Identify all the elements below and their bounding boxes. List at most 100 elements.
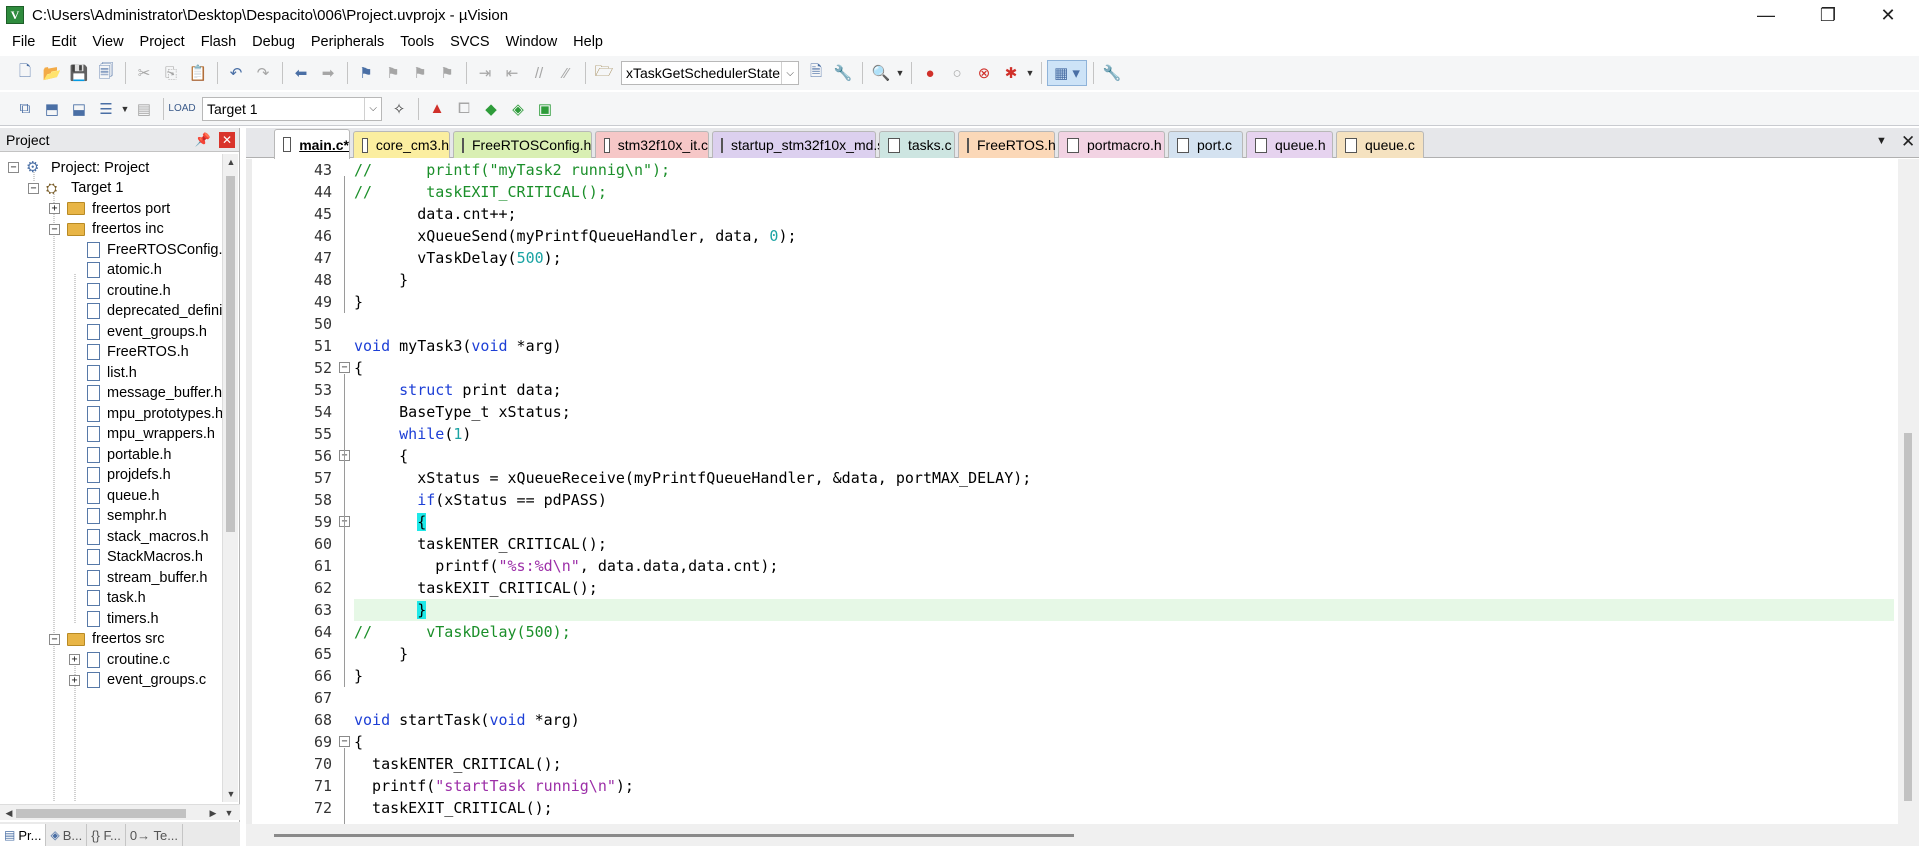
menu-file[interactable]: File	[4, 30, 43, 54]
collapse-icon[interactable]: −	[49, 633, 60, 645]
project-horizontal-scrollbar[interactable]: ◀ ▶ ▼	[0, 804, 240, 820]
menu-window[interactable]: Window	[498, 30, 566, 54]
build-icon[interactable]: ⬒	[39, 96, 65, 122]
menu-help[interactable]: Help	[565, 30, 611, 54]
file-extensions-icon[interactable]: ⧠	[451, 96, 477, 122]
translate-icon[interactable]: ⧉	[12, 96, 38, 122]
tab-startup-stm32f10x-md-s[interactable]: startup_stm32f10x_md.s	[712, 131, 884, 158]
tab-list-dropdown-icon[interactable]: ▼	[1876, 135, 1887, 147]
pin-icon[interactable]: 📌	[195, 132, 211, 148]
scroll-thumb[interactable]	[226, 176, 235, 532]
expand-icon[interactable]: +	[49, 203, 60, 214]
panel-tab-0[interactable]: ▤ Pr...	[0, 824, 47, 846]
expand-icon[interactable]: +	[69, 674, 80, 686]
minimize-button[interactable]: —	[1736, 0, 1796, 30]
scroll-down-icon[interactable]: ▼	[223, 786, 239, 802]
new-file-icon[interactable]: 🗋	[12, 60, 38, 86]
tab-stm32f10x-it-c[interactable]: stm32f10x_it.c	[595, 131, 709, 158]
find-combo[interactable]: xTaskGetSchedulerState ⌵	[621, 61, 799, 85]
menu-project[interactable]: Project	[132, 30, 193, 54]
bookmark-icon[interactable]: ⚑	[353, 60, 379, 86]
find-icon[interactable]: 🗎	[803, 60, 829, 86]
save-all-icon[interactable]: 🗐	[93, 60, 119, 86]
tab-main-c-[interactable]: main.c*	[274, 129, 350, 159]
target-combo[interactable]: Target 1 ⌵	[202, 96, 382, 121]
panel-tab-3[interactable]: 0→ Te...	[126, 824, 184, 846]
scroll-right-icon[interactable]: ▶	[206, 805, 220, 821]
undo-icon[interactable]: ↶	[223, 60, 249, 86]
breakpoint-kill-icon[interactable]: ⊗	[971, 60, 997, 86]
scroll-up-icon[interactable]: ▲	[223, 154, 239, 170]
save-icon[interactable]: 💾	[66, 60, 92, 86]
settings-wrench-icon[interactable]: 🔧	[1099, 60, 1125, 86]
tab-queue-c[interactable]: queue.c	[1336, 131, 1424, 158]
tab-queue-h[interactable]: queue.h	[1246, 131, 1333, 158]
batch-build-icon[interactable]: ☰	[93, 96, 119, 122]
fold-toggle-icon[interactable]: −	[339, 736, 350, 747]
redo-icon[interactable]: ↷	[250, 60, 276, 86]
bookmark-prev-icon[interactable]: ⚑	[380, 60, 406, 86]
close-window-button[interactable]: ✕	[1858, 0, 1918, 30]
uncomment-icon[interactable]: ⁄⁄	[553, 60, 579, 86]
select-packs-icon[interactable]: ◆	[478, 96, 504, 122]
tab-tasks-c[interactable]: tasks.c	[879, 131, 955, 158]
panel-tab-1[interactable]: ◈ B...	[46, 824, 88, 846]
collapse-icon[interactable]: −	[8, 162, 19, 173]
tab-freertosconfig-h[interactable]: FreeRTOSConfig.h	[453, 131, 592, 158]
project-vertical-scrollbar[interactable]: ▲ ▼	[222, 154, 238, 802]
breakpoint-kill-all-icon[interactable]: ✱	[998, 60, 1024, 86]
paste-icon[interactable]: 📋	[185, 60, 211, 86]
tab-core-cm3-h[interactable]: core_cm3.h	[353, 131, 450, 158]
tab-portmacro-h[interactable]: portmacro.h	[1058, 131, 1165, 158]
menu-view[interactable]: View	[84, 30, 131, 54]
load-icon[interactable]: LOAD	[168, 96, 195, 122]
chevron-down-icon[interactable]: ▼	[895, 60, 905, 86]
indent-icon[interactable]: ⇥	[472, 60, 498, 86]
run-time-env-icon[interactable]: ▣	[532, 96, 558, 122]
collapse-icon[interactable]: −	[28, 182, 39, 194]
nav-back-icon[interactable]: ⬅	[288, 60, 314, 86]
bookmark-clear-icon[interactable]: ⚑	[434, 60, 460, 86]
chevron-down-icon[interactable]: ▼	[120, 96, 130, 122]
rebuild-icon[interactable]: ⬓	[66, 96, 92, 122]
breakpoint-icon[interactable]: ●	[917, 60, 943, 86]
code-editor[interactable]: 43 // printf("myTask2 runnig\n"); 44 // tas…	[246, 159, 1919, 824]
comment-icon[interactable]: //	[526, 60, 552, 86]
copy-icon[interactable]: ⎘	[158, 60, 184, 86]
debug-settings-icon[interactable]: 🔧	[830, 60, 856, 86]
menu-flash[interactable]: Flash	[193, 30, 244, 54]
manage-components-icon[interactable]: ▲	[424, 96, 450, 122]
stop-build-icon[interactable]: ▤	[131, 96, 157, 122]
nav-forward-icon[interactable]: ➡	[315, 60, 341, 86]
editor-horizontal-scrollbar[interactable]	[246, 824, 1919, 846]
unindent-icon[interactable]: ⇤	[499, 60, 525, 86]
maximize-button[interactable]: ❐	[1798, 0, 1858, 30]
collapse-icon[interactable]: −	[49, 223, 60, 235]
scroll-thumb[interactable]	[16, 809, 186, 818]
close-tab-icon[interactable]: ✕	[1901, 132, 1915, 152]
tree-item[interactable]: + event_groups.c	[69, 668, 206, 693]
menu-svcs[interactable]: SVCS	[442, 30, 498, 54]
chevron-down-icon[interactable]: ⌵	[781, 62, 794, 84]
menu-edit[interactable]: Edit	[43, 30, 84, 54]
window-layout-icon[interactable]: ▦ ▾	[1047, 60, 1087, 86]
cut-icon[interactable]: ✂	[131, 60, 157, 86]
scroll-down-icon[interactable]: ▼	[222, 805, 236, 821]
menu-debug[interactable]: Debug	[244, 30, 303, 54]
close-panel-button[interactable]: ✕	[219, 131, 235, 148]
chevron-down-icon[interactable]: ▼	[1025, 60, 1035, 86]
scroll-thumb[interactable]	[1904, 433, 1912, 801]
pack-installer-icon[interactable]: ◈	[505, 96, 531, 122]
debug-icon[interactable]: 🔍	[868, 60, 894, 86]
tab-freertos-h[interactable]: FreeRTOS.h	[958, 131, 1056, 158]
menu-peripherals[interactable]: Peripherals	[303, 30, 392, 54]
open-icon[interactable]: 📂	[39, 60, 65, 86]
editor-vertical-scrollbar[interactable]	[1898, 159, 1919, 824]
tab-port-c[interactable]: port.c	[1168, 131, 1243, 158]
scroll-thumb[interactable]	[274, 834, 1074, 837]
find-in-files-icon[interactable]: 🗁	[591, 60, 617, 86]
fold-toggle-icon[interactable]: −	[339, 362, 350, 373]
panel-tab-2[interactable]: {} F...	[87, 824, 126, 846]
breakpoint-disable-icon[interactable]: ○	[944, 60, 970, 86]
scroll-left-icon[interactable]: ◀	[2, 805, 16, 821]
